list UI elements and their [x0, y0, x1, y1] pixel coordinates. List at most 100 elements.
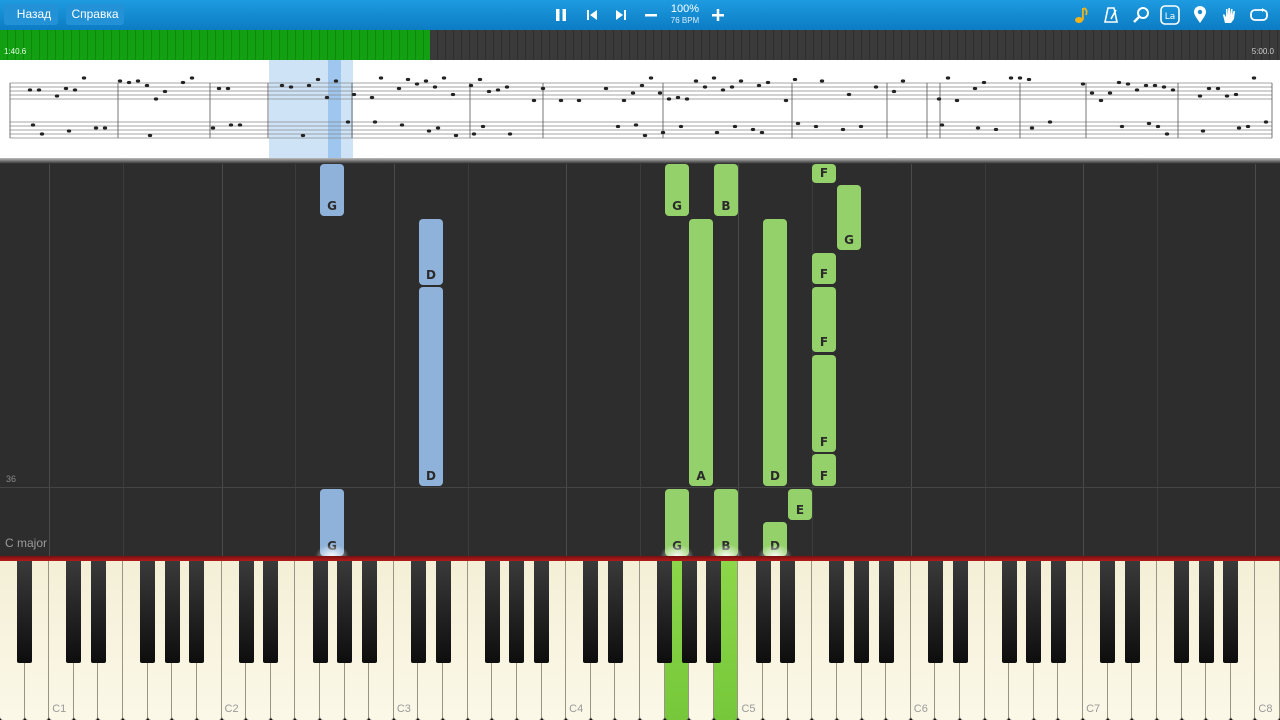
progress-remaining [430, 30, 1280, 60]
black-key[interactable] [435, 561, 451, 663]
sheet-notehead [891, 89, 897, 94]
sheet-notehead [279, 83, 285, 88]
sheet-notehead [1008, 76, 1014, 80]
sheet-notehead [1263, 120, 1269, 124]
pause-icon[interactable] [548, 0, 574, 30]
marker-icon[interactable] [1187, 0, 1213, 30]
sheet-notehead [657, 91, 663, 95]
black-key[interactable] [361, 561, 377, 663]
sheet-notehead [738, 79, 744, 83]
black-key[interactable] [755, 561, 771, 663]
black-key[interactable] [1198, 561, 1214, 663]
sheet-notehead [507, 132, 513, 136]
sheet-notehead [684, 97, 690, 101]
sheet-notehead [756, 83, 762, 88]
sheet-music[interactable] [0, 60, 1280, 160]
black-key[interactable] [1174, 561, 1190, 663]
black-key[interactable] [189, 561, 205, 663]
note-label: G [327, 199, 337, 213]
black-key[interactable] [337, 561, 353, 663]
sheet-notehead [759, 130, 765, 135]
sheet-notehead [642, 133, 648, 138]
sheet-notehead [432, 85, 438, 89]
sheet-notehead [873, 85, 879, 89]
finger-hints-icon[interactable]: La [1157, 0, 1183, 30]
sheet-notehead [237, 123, 243, 127]
sheet-notehead [792, 77, 798, 82]
black-key[interactable] [657, 561, 673, 663]
black-key[interactable] [1100, 561, 1116, 663]
black-key[interactable] [534, 561, 550, 663]
note-icon[interactable] [1068, 0, 1094, 30]
black-key[interactable] [312, 561, 328, 663]
prev-icon[interactable] [579, 0, 605, 30]
help-button[interactable]: Справка [66, 4, 124, 25]
black-key[interactable] [583, 561, 599, 663]
black-key[interactable] [263, 561, 279, 663]
falling-note: F [812, 454, 836, 486]
piano-keyboard[interactable]: C1 C2 C3 C4 C5 C6 C7 C8 [0, 556, 1280, 720]
sheet-notehead [441, 76, 447, 80]
octave-label: C4 [569, 703, 584, 715]
sheet-notehead [162, 89, 168, 94]
sheet-notehead [480, 124, 486, 129]
black-key[interactable] [164, 561, 180, 663]
roll-gridline [910, 164, 912, 556]
plus-icon[interactable] [705, 0, 731, 30]
sheet-notehead [1161, 85, 1167, 89]
black-key[interactable] [780, 561, 796, 663]
sheet-notehead [666, 97, 672, 101]
sheet-notehead [993, 127, 999, 132]
sheet-notehead [54, 94, 60, 98]
black-key[interactable] [238, 561, 254, 663]
black-key[interactable] [927, 561, 943, 663]
black-key[interactable] [706, 561, 722, 663]
sheet-notehead [1017, 76, 1023, 80]
sheet-notehead [954, 98, 960, 103]
black-key[interactable] [484, 561, 500, 663]
loop-icon[interactable] [1246, 0, 1272, 30]
octave-label: C3 [396, 703, 411, 715]
black-key[interactable] [681, 561, 697, 663]
black-key[interactable] [140, 561, 156, 663]
back-button[interactable]: Назад [4, 4, 58, 25]
help-button-label: Справка [71, 7, 119, 21]
sheet-notehead [732, 124, 738, 129]
sheet-notehead [72, 88, 78, 92]
black-key[interactable] [829, 561, 845, 663]
sheet-notehead [351, 92, 357, 97]
next-icon[interactable] [608, 0, 634, 30]
roll-gridline [566, 164, 568, 556]
sheet-notehead [102, 126, 108, 130]
black-key[interactable] [854, 561, 870, 663]
black-key[interactable] [952, 561, 968, 663]
hand-icon[interactable] [1216, 0, 1242, 30]
black-key[interactable] [1026, 561, 1042, 663]
search-icon[interactable] [1128, 0, 1154, 30]
black-key[interactable] [66, 561, 82, 663]
black-key[interactable] [1223, 561, 1239, 663]
octave-label: C8 [1258, 703, 1273, 715]
sheet-notehead [93, 126, 99, 130]
sheet-notehead [153, 97, 159, 101]
black-key[interactable] [878, 561, 894, 663]
black-key[interactable] [90, 561, 106, 663]
black-key[interactable] [1050, 561, 1066, 663]
black-key[interactable] [1001, 561, 1017, 663]
sheet-music-staff [9, 60, 1273, 158]
black-key[interactable] [607, 561, 623, 663]
sheet-notehead [981, 80, 987, 85]
sheet-notehead [1152, 83, 1158, 88]
minus-icon[interactable] [638, 0, 664, 30]
progress-bar[interactable] [0, 30, 1280, 60]
black-key[interactable] [17, 561, 33, 663]
sheet-notehead [633, 123, 639, 127]
falling-note: E [788, 489, 812, 520]
metronome-icon[interactable] [1098, 0, 1124, 30]
octave-label: C7 [1086, 703, 1101, 715]
white-key[interactable]: C8 [1255, 561, 1280, 720]
black-key[interactable] [1124, 561, 1140, 663]
sheet-notehead [615, 124, 621, 129]
black-key[interactable] [410, 561, 426, 663]
black-key[interactable] [509, 561, 525, 663]
